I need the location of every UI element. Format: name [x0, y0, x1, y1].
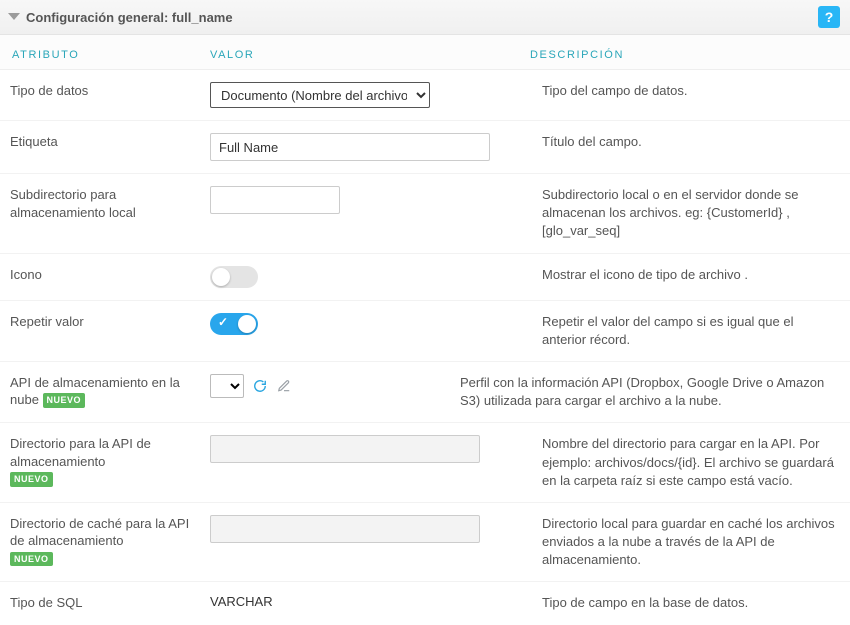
desc-cloud-api: Perfil con la información API (Dropbox, …: [460, 374, 840, 410]
panel-header: Configuración general: full_name ?: [0, 0, 850, 35]
row-repeat: Repetir valor Repetir el valor del campo…: [0, 301, 850, 362]
desc-label: Título del campo.: [530, 133, 840, 151]
badge-new: NUEVO: [43, 393, 86, 407]
label-api-dir: Directorio para la API de almacenamiento…: [10, 435, 210, 488]
column-headers: ATRIBUTO VALOR DESCRIPCIÓN: [0, 35, 850, 70]
row-data-type: Tipo de datos Documento (Nombre del arch…: [0, 70, 850, 121]
label-input[interactable]: [210, 133, 490, 161]
desc-icon: Mostrar el icono de tipo de archivo .: [530, 266, 840, 284]
row-cloud-api: API de almacenamiento en la nube NUEVO P…: [0, 362, 850, 423]
refresh-icon[interactable]: [252, 378, 268, 394]
api-dir-input: [210, 435, 480, 463]
label-repeat: Repetir valor: [10, 313, 210, 331]
desc-cache-dir: Directorio local para guardar en caché l…: [530, 515, 840, 570]
help-button[interactable]: ?: [818, 6, 840, 28]
desc-sql-type: Tipo de campo en la base de datos.: [530, 594, 840, 612]
sql-type-value: VARCHAR: [210, 594, 273, 609]
row-sql-type: Tipo de SQL VARCHAR Tipo de campo en la …: [0, 582, 850, 624]
label-sql-type: Tipo de SQL: [10, 594, 210, 612]
desc-api-dir: Nombre del directorio para cargar en la …: [530, 435, 840, 490]
label-cache-dir: Directorio de caché para la API de almac…: [10, 515, 210, 568]
badge-new: NUEVO: [10, 552, 53, 566]
repeat-toggle[interactable]: [210, 313, 258, 335]
edit-icon[interactable]: [276, 378, 292, 394]
cache-dir-input: [210, 515, 480, 543]
col-header-attribute: ATRIBUTO: [10, 49, 210, 61]
row-cache-dir: Directorio de caché para la API de almac…: [0, 503, 850, 583]
desc-repeat: Repetir el valor del campo si es igual q…: [530, 313, 840, 349]
icon-toggle[interactable]: [210, 266, 258, 288]
badge-new: NUEVO: [10, 472, 53, 486]
collapse-icon[interactable]: [8, 13, 20, 20]
cloud-api-select[interactable]: [210, 374, 244, 398]
label-icono: Icono: [10, 266, 210, 284]
label-subdir: Subdirectorio para almacenamiento local: [10, 186, 210, 221]
row-icon: Icono Mostrar el icono de tipo de archiv…: [0, 254, 850, 301]
label-cloud-api: API de almacenamiento en la nube NUEVO: [10, 374, 210, 409]
row-subdir: Subdirectorio para almacenamiento local …: [0, 174, 850, 254]
col-header-value: VALOR: [210, 49, 530, 61]
label-data-type: Tipo de datos: [10, 82, 210, 100]
row-api-dir: Directorio para la API de almacenamiento…: [0, 423, 850, 503]
data-type-select[interactable]: Documento (Nombre del archivo): [210, 82, 430, 108]
label-etiqueta: Etiqueta: [10, 133, 210, 151]
subdir-input[interactable]: [210, 186, 340, 214]
desc-subdir: Subdirectorio local o en el servidor don…: [530, 186, 840, 241]
col-header-description: DESCRIPCIÓN: [530, 49, 840, 61]
panel-title: Configuración general: full_name: [26, 10, 818, 25]
row-label: Etiqueta Título del campo.: [0, 121, 850, 174]
general-config-panel: Configuración general: full_name ? ATRIB…: [0, 0, 850, 625]
desc-data-type: Tipo del campo de datos.: [530, 82, 840, 100]
